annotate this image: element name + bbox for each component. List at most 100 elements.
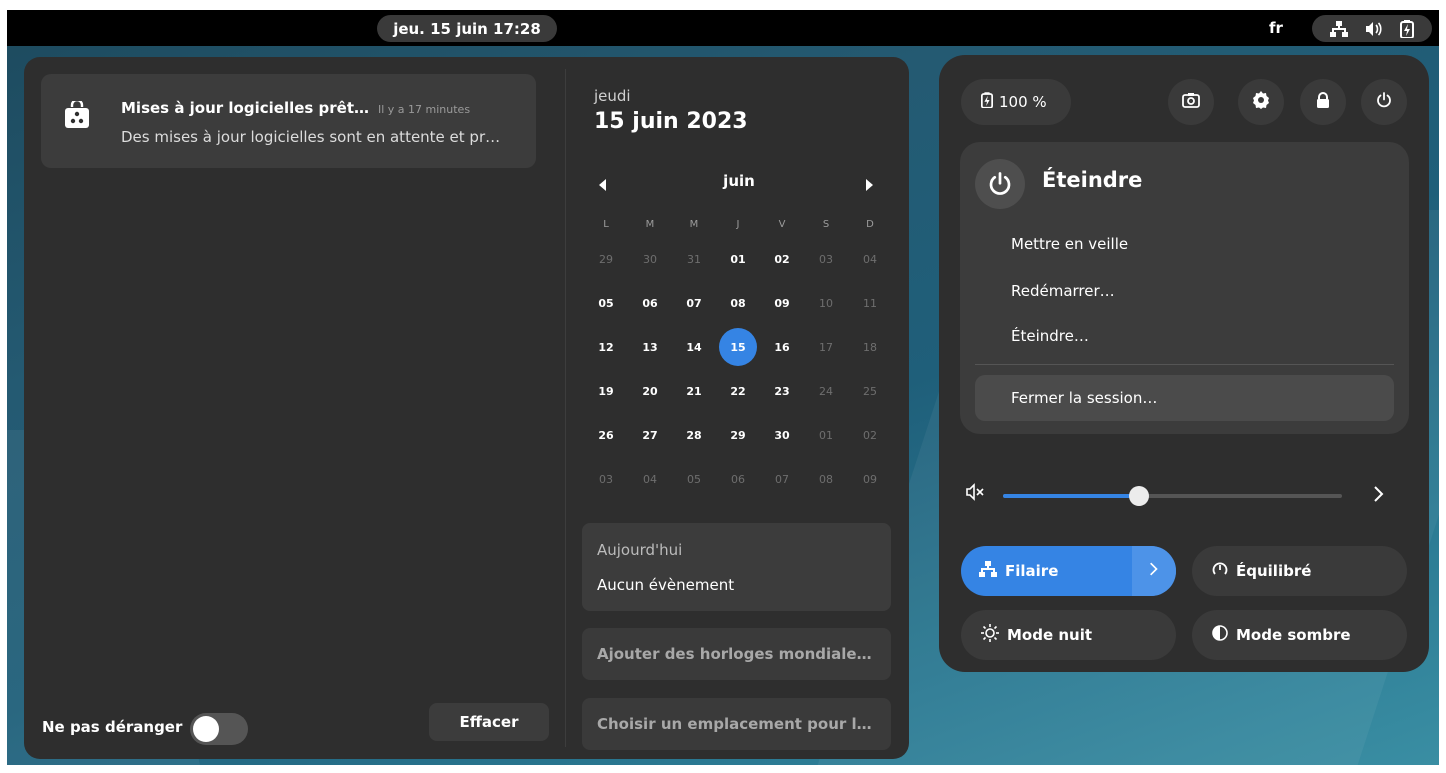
camera-icon [1182, 92, 1200, 112]
calendar-day-name: jeudi [594, 87, 631, 105]
night-mode-toggle[interactable]: Mode nuit [961, 610, 1176, 660]
calendar-day[interactable]: 24 [804, 369, 848, 413]
notification-body: Des mises à jour logicielles sont en att… [121, 128, 501, 146]
calendar-day[interactable]: 08 [804, 457, 848, 501]
calendar-week: 29 30 31 01 02 03 04 [584, 237, 892, 281]
calendar-full-date[interactable]: 15 juin 2023 [594, 109, 748, 134]
clear-notifications-button[interactable]: Effacer [429, 703, 549, 741]
calendar-day[interactable]: 23 [760, 369, 804, 413]
calendar-day[interactable]: 12 [584, 325, 628, 369]
chevron-right-icon[interactable] [1373, 485, 1385, 507]
system-menu-button[interactable] [1312, 15, 1432, 42]
power-profile-toggle[interactable]: Équilibré [1192, 546, 1407, 596]
calendar-day[interactable]: 22 [716, 369, 760, 413]
lock-screen-button[interactable] [1300, 79, 1346, 125]
date-menu-panel: Mises à jour logicielles prêt… Il y a 17… [24, 57, 909, 759]
dark-mode-toggle[interactable]: Mode sombre [1192, 610, 1407, 660]
calendar-day[interactable]: 05 [672, 457, 716, 501]
calendar-day[interactable]: 30 [760, 413, 804, 457]
keyboard-layout-indicator[interactable]: fr [1269, 19, 1283, 37]
calendar-day[interactable]: 09 [848, 457, 892, 501]
calendar-day[interactable]: 16 [760, 325, 804, 369]
panel-divider [565, 69, 566, 747]
menu-separator [975, 364, 1394, 365]
toggle-knob [193, 716, 219, 742]
top-bar: jeu. 15 juin 17:28 fr [7, 10, 1439, 46]
clock-button[interactable]: jeu. 15 juin 17:28 [377, 15, 557, 42]
dark-mode-label: Mode sombre [1236, 626, 1351, 644]
do-not-disturb-toggle[interactable] [190, 713, 248, 745]
calendar-day[interactable]: 01 [804, 413, 848, 457]
calendar-day[interactable]: 21 [672, 369, 716, 413]
volume-muted-icon[interactable] [965, 483, 985, 505]
calendar-day[interactable]: 27 [628, 413, 672, 457]
restart-item[interactable]: Redémarrer… [1011, 282, 1115, 300]
screenshot-button[interactable] [1168, 79, 1214, 125]
gear-icon [1252, 91, 1270, 113]
calendar-day-today[interactable]: 15 [716, 325, 760, 369]
world-clocks-button[interactable]: Ajouter des horloges mondiale… [582, 628, 891, 680]
weekday-label: M [689, 218, 699, 230]
software-update-icon [64, 98, 90, 133]
calendar-day[interactable]: 29 [716, 413, 760, 457]
battery-button[interactable]: 100 % [961, 79, 1071, 125]
calendar-day[interactable]: 11 [848, 281, 892, 325]
calendar-day[interactable]: 06 [628, 281, 672, 325]
calendar-day[interactable]: 03 [804, 237, 848, 281]
power-off-menu: Éteindre Mettre en veille Redémarrer… Ét… [960, 142, 1409, 434]
calendar-day[interactable]: 20 [628, 369, 672, 413]
calendar-week: 19 20 21 22 23 24 25 [584, 369, 892, 413]
calendar-day[interactable]: 31 [672, 237, 716, 281]
calendar-weekday-row: L M M J V S D [584, 211, 892, 237]
calendar-day[interactable]: 08 [716, 281, 760, 325]
calendar-day[interactable]: 19 [584, 369, 628, 413]
calendar-day[interactable]: 30 [628, 237, 672, 281]
calendar-day[interactable]: 06 [716, 457, 760, 501]
calendar-day[interactable]: 01 [716, 237, 760, 281]
calendar-day[interactable]: 14 [672, 325, 716, 369]
calendar-grid: L M M J V S D 29 30 31 01 02 03 04 05 06… [584, 211, 892, 501]
calendar-day[interactable]: 28 [672, 413, 716, 457]
notification-title: Mises à jour logicielles prêt… [121, 99, 370, 117]
weather-location-button[interactable]: Choisir un emplacement pour l… [582, 698, 891, 750]
calendar-day[interactable]: 13 [628, 325, 672, 369]
notification-card[interactable]: Mises à jour logicielles prêt… Il y a 17… [41, 74, 536, 168]
lock-icon [1316, 92, 1330, 112]
events-section[interactable]: Aujourd'hui Aucun évènement [582, 523, 891, 611]
calendar-day[interactable]: 26 [584, 413, 628, 457]
volume-slider[interactable] [1003, 486, 1342, 506]
previous-month-button[interactable] [598, 176, 608, 195]
calendar-day[interactable]: 10 [804, 281, 848, 325]
calendar-day[interactable]: 29 [584, 237, 628, 281]
next-month-button[interactable] [864, 176, 874, 195]
settings-button[interactable] [1238, 79, 1284, 125]
suspend-item[interactable]: Mettre en veille [1011, 235, 1128, 253]
calendar-day[interactable]: 03 [584, 457, 628, 501]
wired-network-menu-button[interactable] [1132, 546, 1176, 596]
quick-settings-panel: 100 % Éteindre Mettre en veille Redémarr… [939, 55, 1429, 672]
calendar-day[interactable]: 05 [584, 281, 628, 325]
chevron-right-icon [1149, 561, 1159, 581]
weekday-label: J [736, 218, 740, 230]
power-off-item[interactable]: Éteindre… [1011, 327, 1089, 345]
log-out-item[interactable]: Fermer la session… [975, 375, 1394, 421]
volume-slider-knob[interactable] [1128, 486, 1149, 506]
calendar-day[interactable]: 04 [848, 237, 892, 281]
power-profile-icon [1212, 561, 1228, 581]
wired-network-toggle[interactable]: Filaire [961, 546, 1176, 596]
calendar-day[interactable]: 04 [628, 457, 672, 501]
calendar-day[interactable]: 07 [760, 457, 804, 501]
calendar-day[interactable]: 02 [848, 413, 892, 457]
volume-slider-fill [1003, 494, 1139, 498]
night-light-icon [981, 624, 999, 646]
calendar-day[interactable]: 07 [672, 281, 716, 325]
notification-time: Il y a 17 minutes [378, 103, 471, 116]
calendar-day[interactable]: 02 [760, 237, 804, 281]
calendar-day[interactable]: 25 [848, 369, 892, 413]
events-empty-label: Aucun évènement [597, 576, 735, 594]
calendar-day[interactable]: 18 [848, 325, 892, 369]
power-button[interactable] [1361, 79, 1407, 125]
calendar-week: 26 27 28 29 30 01 02 [584, 413, 892, 457]
calendar-day[interactable]: 17 [804, 325, 848, 369]
calendar-day[interactable]: 09 [760, 281, 804, 325]
